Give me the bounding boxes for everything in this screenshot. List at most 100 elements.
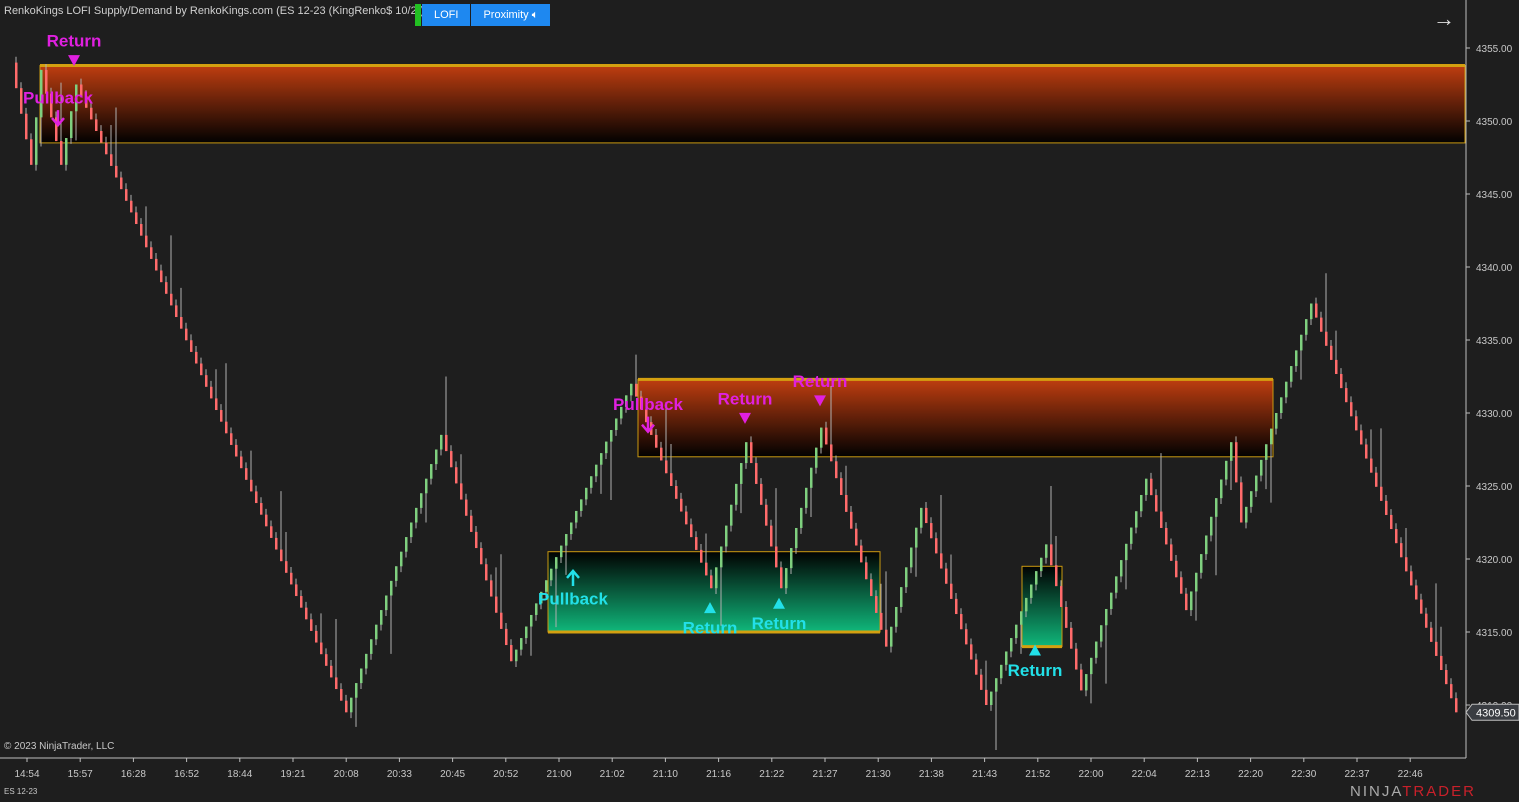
down-brick [135,212,138,225]
down-brick [1075,648,1078,670]
down-brick [140,224,143,236]
down-brick [480,548,483,565]
down-brick [1395,529,1398,544]
up-brick [565,534,568,546]
lofi-button[interactable]: LOFI [422,4,471,26]
time-tick-label: 22:04 [1132,769,1157,780]
down-brick [665,460,668,474]
down-brick [675,486,678,499]
down-brick [285,561,288,573]
up-brick [1035,571,1038,585]
down-brick [885,629,888,647]
annotation-label: Return [718,389,773,408]
up-brick [810,467,813,488]
up-brick [600,453,603,465]
down-brick [315,630,318,643]
down-brick [965,629,968,645]
up-brick [580,499,583,511]
down-brick [290,572,293,585]
down-brick [325,654,328,666]
down-brick [1070,627,1073,649]
time-tick-label: 19:21 [280,769,305,780]
down-brick [1060,586,1063,607]
time-tick-label: 21:16 [706,769,731,780]
up-brick [380,610,383,625]
down-brick [215,398,218,411]
proximity-button[interactable]: Proximity 🔈︎ [471,4,551,26]
time-tick-label: 22:37 [1344,769,1369,780]
up-brick [1250,491,1253,507]
up-brick [1040,557,1043,572]
down-brick [145,235,148,248]
down-brick [1410,571,1413,586]
up-brick [1220,479,1223,499]
up-brick [375,624,378,640]
down-brick [945,568,948,584]
down-brick [865,562,868,580]
up-brick [795,527,798,549]
down-brick [770,525,773,547]
up-brick [720,546,723,568]
down-brick [1240,482,1243,523]
up-brick [1270,428,1273,445]
up-brick [1095,641,1098,658]
up-brick [615,418,618,431]
down-brick [950,583,953,599]
down-brick [685,511,688,525]
time-tick-label: 21:22 [759,769,784,780]
down-brick [775,546,778,568]
down-brick [240,456,243,469]
up-brick [740,463,743,484]
last-price-label: 4309.50 [1476,707,1516,719]
down-brick [160,270,163,283]
down-brick [1420,599,1423,614]
up-brick [405,537,408,552]
down-brick [925,507,928,524]
down-brick [1315,303,1318,318]
up-brick [525,626,528,639]
supply-zone [39,65,1466,144]
down-brick [695,537,698,550]
up-brick [1300,334,1303,351]
down-brick [270,526,273,538]
down-brick [765,504,768,526]
down-brick [1165,527,1168,545]
down-brick [1370,458,1373,473]
up-brick [435,449,438,465]
down-brick [1160,511,1163,528]
down-brick [870,579,873,597]
time-tick-label: 22:00 [1078,769,1103,780]
down-brick [1375,472,1378,487]
down-brick [660,447,663,461]
down-brick [310,619,313,631]
up-brick [1130,527,1133,544]
time-tick-label: 15:57 [68,769,93,780]
up-brick [560,545,563,558]
up-brick [1145,478,1148,495]
down-brick [1345,388,1348,403]
down-brick [1440,655,1443,671]
up-brick [800,507,803,528]
down-brick [230,433,233,445]
down-brick [195,351,198,364]
down-brick [1155,495,1158,512]
annotation-label: Return [793,372,848,391]
down-brick [30,139,33,165]
down-brick [110,154,113,166]
arrow-right-icon[interactable]: → [1433,6,1455,32]
down-brick [1380,486,1383,501]
down-brick [680,498,683,512]
down-brick [340,689,343,701]
down-brick [1335,359,1338,374]
up-brick [735,483,738,505]
annotation-label: Pullback [23,89,93,108]
up-brick [355,683,358,698]
down-brick [1400,543,1403,558]
price-chart[interactable]: Return Pullback Pullback Return Return Pullba… [0,0,1519,802]
down-brick [485,564,488,581]
up-brick [790,548,793,569]
annotation-label: Return [47,32,102,51]
down-brick [25,113,28,140]
up-brick [1190,591,1193,611]
time-tick-label: 21:00 [546,769,571,780]
